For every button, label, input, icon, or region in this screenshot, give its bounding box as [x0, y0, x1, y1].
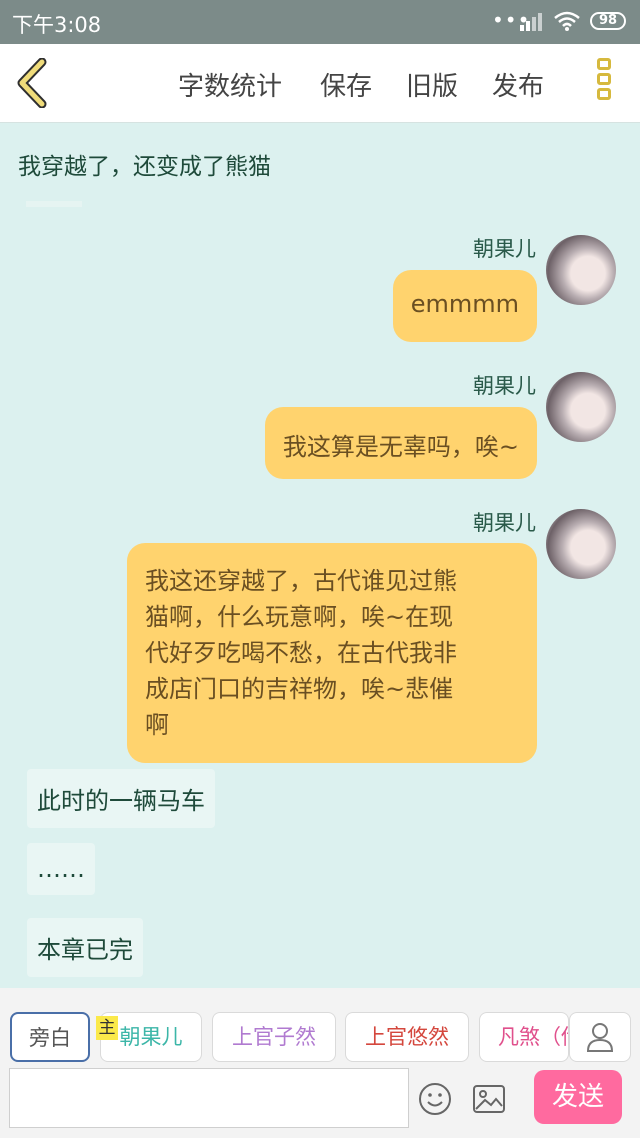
smile-icon — [419, 1083, 451, 1115]
signal-icon — [520, 13, 542, 31]
top-toolbar: 字数统计 保存 旧版 发布 — [0, 44, 640, 123]
wifi-icon — [554, 11, 580, 31]
add-character-button[interactable] — [569, 1012, 631, 1062]
emoji-button[interactable] — [418, 1082, 452, 1116]
message-line: 我这还穿越了，古代谁见过熊 — [145, 567, 457, 595]
character-button[interactable]: 上官子然 — [212, 1012, 336, 1062]
save-button[interactable]: 保存 — [320, 66, 372, 103]
avatar[interactable] — [546, 235, 616, 305]
user-icon — [586, 1023, 614, 1052]
avatar[interactable] — [546, 372, 616, 442]
chat-content: 我穿越了，还变成了熊猫 朝果儿 emmmm 朝果儿 我这算是无辜吗，唉~ 朝果儿… — [0, 123, 640, 988]
back-button[interactable] — [14, 57, 54, 109]
message-sender-name: 朝果儿 — [473, 511, 536, 535]
menu-button[interactable] — [592, 58, 616, 110]
menu-dot-icon — [597, 88, 611, 100]
old-version-button[interactable]: 旧版 — [406, 66, 458, 103]
avatar[interactable] — [546, 509, 616, 579]
divider — [26, 201, 82, 207]
message-line: 啊 — [145, 711, 169, 739]
menu-dot-icon — [597, 73, 611, 85]
message-bubble[interactable]: emmmm — [392, 270, 537, 342]
narration-item[interactable]: 此时的一辆马车 — [27, 769, 215, 828]
image-icon — [473, 1085, 505, 1113]
message-bubble[interactable]: 我这算是无辜吗，唉~ — [264, 407, 537, 479]
character-button[interactable]: 凡煞（传 — [479, 1012, 569, 1062]
message-sender-name: 朝果儿 — [473, 374, 536, 398]
battery-indicator: 98 — [590, 12, 626, 30]
message-sender-name: 朝果儿 — [473, 237, 536, 261]
status-bar: 下午3:08 ••• 98 — [0, 0, 640, 44]
narration-item[interactable]: …… — [27, 843, 95, 895]
status-time: 下午3:08 — [12, 13, 102, 37]
character-narrator-button[interactable]: 旁白 — [10, 1012, 90, 1062]
host-badge: 主 — [96, 1016, 118, 1040]
word-count-button[interactable]: 字数统计 — [178, 66, 282, 103]
message-line: 成店门口的吉祥物，唉~悲催 — [145, 675, 454, 703]
narration-item[interactable]: 本章已完 — [27, 918, 143, 977]
chevron-left-icon — [17, 57, 47, 109]
message-bubble[interactable]: 我这还穿越了，古代谁见过熊 猫啊，什么玩意啊，唉~在现 代好歹吃喝不愁，在古代我… — [127, 543, 537, 763]
message-input[interactable] — [9, 1068, 409, 1128]
menu-dot-icon — [597, 58, 611, 70]
chapter-title: 我穿越了，还变成了熊猫 — [18, 154, 271, 180]
send-button[interactable]: 发送 — [534, 1070, 622, 1124]
image-button[interactable] — [472, 1082, 506, 1116]
message-line: 代好歹吃喝不愁，在古代我非 — [145, 639, 457, 667]
publish-button[interactable]: 发布 — [492, 66, 544, 103]
message-line: 猫啊，什么玩意啊，唉~在现 — [145, 603, 454, 631]
composer-panel: 旁白 朝果儿 主 上官子然 上官悠然 凡煞（传 发送 — [0, 988, 640, 1138]
character-button[interactable]: 上官悠然 — [345, 1012, 469, 1062]
